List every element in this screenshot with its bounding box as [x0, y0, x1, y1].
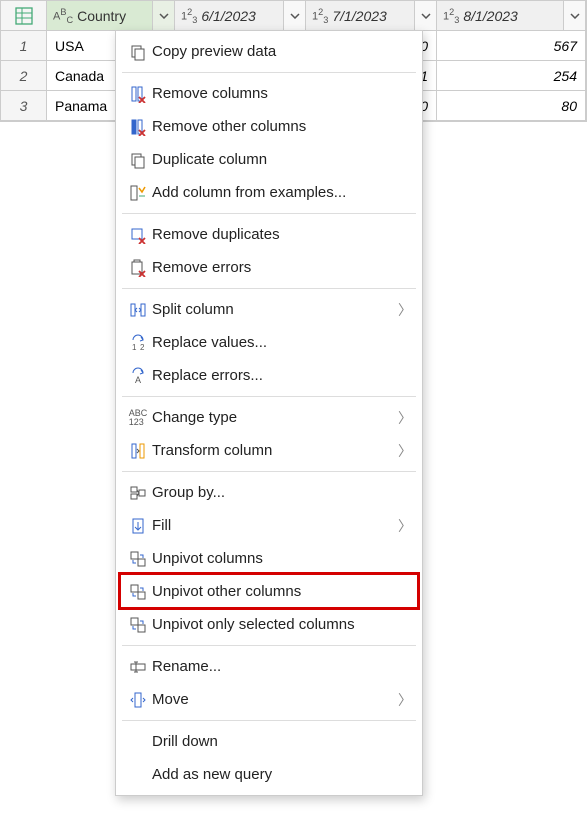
menu-transform-column[interactable]: Transform column 〉 — [116, 434, 422, 467]
transform-column-icon — [124, 442, 152, 460]
number-type-icon: 123 — [312, 7, 328, 25]
menu-replace-values[interactable]: 12 Replace values... — [116, 326, 422, 359]
filter-dropdown[interactable] — [414, 1, 436, 30]
number-type-icon: 123 — [443, 7, 459, 25]
filter-dropdown[interactable] — [283, 1, 305, 30]
row-number: 2 — [1, 61, 47, 91]
move-icon — [124, 691, 152, 709]
number-type-icon: 123 — [181, 7, 197, 25]
menu-remove-duplicates[interactable]: Remove duplicates — [116, 218, 422, 251]
menu-separator — [122, 471, 416, 472]
split-column-icon — [124, 301, 152, 319]
unpivot-icon — [124, 550, 152, 568]
menu-duplicate-column[interactable]: Duplicate column — [116, 143, 422, 176]
remove-columns-icon — [124, 85, 152, 103]
cell-value[interactable]: 567 — [437, 31, 586, 61]
header-row: ABC Country 123 6/1/2023 123 7/1/2023 12… — [1, 1, 586, 31]
submenu-arrow-icon: 〉 — [396, 441, 412, 461]
menu-rename[interactable]: Rename... — [116, 650, 422, 683]
menu-unpivot-columns[interactable]: Unpivot columns — [116, 542, 422, 575]
chevron-down-icon — [159, 13, 169, 19]
table-corner[interactable] — [1, 1, 47, 31]
fill-icon — [124, 517, 152, 535]
menu-separator — [122, 396, 416, 397]
svg-text:2: 2 — [140, 343, 145, 352]
column-header-d3[interactable]: 123 8/1/2023 — [437, 1, 586, 31]
menu-copy-preview-data[interactable]: Copy preview data — [116, 35, 422, 68]
remove-duplicates-icon — [124, 226, 152, 244]
menu-unpivot-only-selected[interactable]: Unpivot only selected columns — [116, 608, 422, 641]
menu-add-as-new-query[interactable]: Add as new query — [116, 758, 422, 791]
unpivot-other-icon — [124, 583, 152, 601]
svg-text:A: A — [135, 375, 141, 385]
menu-remove-errors[interactable]: Remove errors — [116, 251, 422, 284]
copy-icon — [124, 43, 152, 61]
filter-dropdown[interactable] — [563, 1, 585, 30]
replace-values-icon: 12 — [124, 334, 152, 352]
duplicate-icon — [124, 151, 152, 169]
menu-remove-other-columns[interactable]: Remove other columns — [116, 110, 422, 143]
menu-change-type[interactable]: ABC123 Change type 〉 — [116, 401, 422, 434]
menu-add-column-from-examples[interactable]: Add column from examples... — [116, 176, 422, 209]
chevron-down-icon — [570, 13, 580, 19]
chevron-down-icon — [290, 13, 300, 19]
change-type-icon: ABC123 — [124, 409, 152, 427]
row-number: 3 — [1, 91, 47, 121]
row-number: 1 — [1, 31, 47, 61]
group-by-icon — [124, 484, 152, 502]
menu-group-by[interactable]: Group by... — [116, 476, 422, 509]
cell-value[interactable]: 254 — [437, 61, 586, 91]
submenu-arrow-icon: 〉 — [396, 408, 412, 428]
add-from-examples-icon — [124, 184, 152, 202]
text-type-icon: ABC — [53, 7, 73, 25]
context-menu: Copy preview data Remove columns Remove … — [115, 30, 423, 796]
svg-text:1: 1 — [132, 343, 137, 352]
column-label: 6/1/2023 — [201, 8, 256, 24]
menu-move[interactable]: Move 〉 — [116, 683, 422, 716]
menu-remove-columns[interactable]: Remove columns — [116, 77, 422, 110]
chevron-down-icon — [421, 13, 431, 19]
cell-value[interactable]: 80 — [437, 91, 586, 121]
submenu-arrow-icon: 〉 — [396, 300, 412, 320]
menu-separator — [122, 72, 416, 73]
menu-separator — [122, 645, 416, 646]
submenu-arrow-icon: 〉 — [396, 690, 412, 710]
column-header-country[interactable]: ABC Country — [47, 1, 175, 31]
column-label: 7/1/2023 — [332, 8, 387, 24]
column-header-d1[interactable]: 123 6/1/2023 — [175, 1, 306, 31]
submenu-arrow-icon: 〉 — [396, 516, 412, 536]
menu-fill[interactable]: Fill 〉 — [116, 509, 422, 542]
rename-icon — [124, 658, 152, 676]
menu-drill-down[interactable]: Drill down — [116, 725, 422, 758]
column-label: Country — [77, 8, 126, 24]
unpivot-selected-icon — [124, 616, 152, 634]
replace-errors-icon: A — [124, 367, 152, 385]
menu-split-column[interactable]: Split column 〉 — [116, 293, 422, 326]
table-icon — [15, 7, 33, 25]
column-header-d2[interactable]: 123 7/1/2023 — [306, 1, 437, 31]
menu-separator — [122, 288, 416, 289]
menu-replace-errors[interactable]: A Replace errors... — [116, 359, 422, 392]
filter-dropdown[interactable] — [152, 1, 174, 30]
menu-separator — [122, 213, 416, 214]
menu-separator — [122, 720, 416, 721]
menu-unpivot-other-columns[interactable]: Unpivot other columns — [116, 575, 422, 608]
column-label: 8/1/2023 — [463, 8, 518, 24]
remove-errors-icon — [124, 259, 152, 277]
remove-other-columns-icon — [124, 118, 152, 136]
